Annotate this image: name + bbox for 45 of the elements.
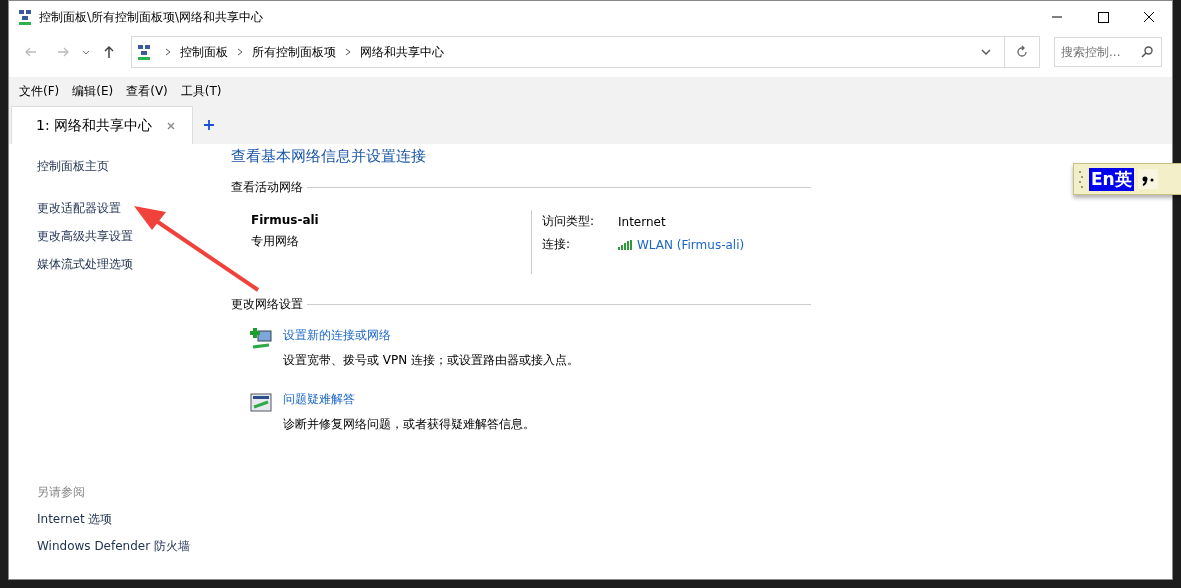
breadcrumb[interactable]: 控制面板 [180, 43, 228, 61]
network-icon [136, 44, 152, 60]
access-type-label: 访问类型: [542, 213, 596, 230]
breadcrumb[interactable]: 所有控制面板项 [252, 43, 336, 61]
signal-bars-icon [618, 239, 634, 250]
network-icon [17, 9, 33, 25]
access-type-value: Internet [618, 214, 666, 229]
search-field[interactable]: 搜索控制... [1054, 37, 1162, 67]
chevron-right-icon [344, 47, 352, 57]
section-heading: 更改网络设置 [231, 296, 303, 313]
see-also-link[interactable]: Internet 选项 [37, 511, 231, 528]
tab[interactable]: 1: 网络和共享中心 [11, 106, 194, 144]
see-also-link[interactable]: Windows Defender 防火墙 [37, 538, 231, 555]
menu-item[interactable]: 查看(V) [126, 83, 168, 100]
page-heading: 查看基本网络信息并设置连接 [231, 147, 427, 166]
menu-item[interactable]: 文件(F) [19, 83, 60, 100]
sidebar-link[interactable]: 更改高级共享设置 [37, 228, 231, 245]
menu-item[interactable]: 编辑(E) [72, 83, 114, 100]
task-link[interactable]: 问题疑难解答 [283, 391, 535, 408]
connection-label: 连接: [542, 236, 572, 253]
network-type: 专用网络 [251, 233, 300, 250]
punctuation-icon[interactable] [1137, 169, 1158, 189]
section-heading: 查看活动网络 [231, 179, 303, 196]
breadcrumb[interactable]: 网络和共享中心 [360, 43, 444, 61]
chevron-right-icon [164, 47, 172, 57]
troubleshoot-icon [249, 391, 273, 415]
menu-item[interactable]: 工具(T) [180, 83, 222, 100]
grip-icon[interactable] [1077, 168, 1085, 190]
task-link[interactable]: 设置新的连接或网络 [283, 327, 580, 344]
input-mode-button[interactable]: En英 [1089, 167, 1134, 191]
network-name: Firmus-ali [251, 213, 320, 227]
chevron-right-icon [236, 47, 244, 57]
see-also-heading: 另请参阅 [37, 484, 86, 501]
connection-link[interactable]: WLAN (Firmus-ali) [637, 237, 745, 252]
task-description: 设置宽带、拨号或 VPN 连接；或设置路由器或接入点。 [283, 352, 580, 369]
network-setup-icon [249, 327, 273, 351]
close-icon[interactable] [166, 120, 177, 131]
add-tab-icon[interactable] [203, 119, 216, 131]
task-description: 诊断并修复网络问题，或者获得疑难解答信息。 [283, 416, 535, 433]
window-title: 控制面板\所有控制面板项\网络和共享中心 [39, 8, 264, 26]
sidebar-link[interactable]: 媒体流式处理选项 [37, 256, 231, 273]
sidebar-link[interactable]: 控制面板主页 [37, 158, 231, 175]
search-icon [1140, 45, 1154, 59]
sidebar-link[interactable]: 更改适配器设置 [37, 200, 231, 217]
address-bar[interactable]: 控制面板 所有控制面板项 网络和共享中心 [131, 36, 1040, 68]
